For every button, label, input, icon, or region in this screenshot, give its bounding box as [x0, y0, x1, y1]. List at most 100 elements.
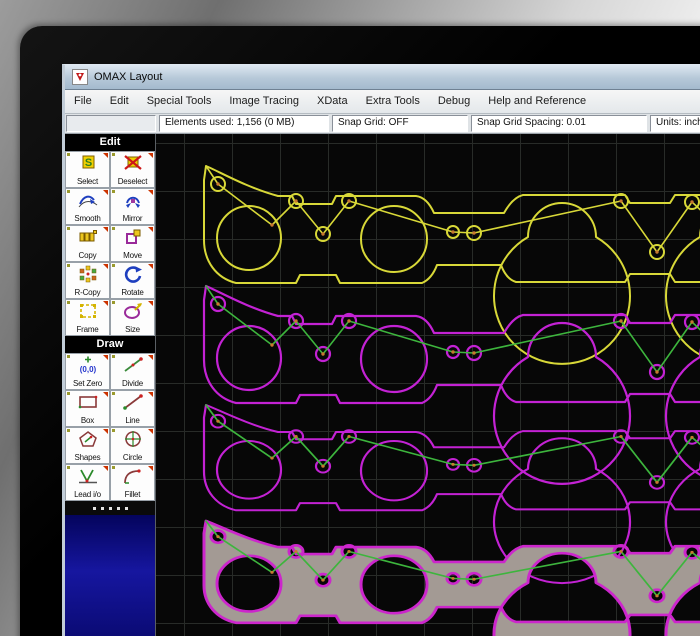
tool-button-label: Deselect	[117, 177, 148, 186]
tool-button-select[interactable]: S Select	[65, 151, 110, 188]
dropdown-arrow-icon	[148, 153, 153, 158]
gasket-yellow[interactable]	[203, 165, 700, 365]
drawing-canvas[interactable]	[156, 134, 700, 636]
menu-item-special-tools[interactable]: Special Tools	[138, 90, 221, 113]
dropdown-arrow-icon	[148, 466, 153, 471]
radial-copy-icon	[79, 265, 96, 283]
tool-button-label: Fillet	[124, 490, 141, 499]
tool-button-frame[interactable]: Frame	[65, 299, 110, 336]
gasket-filled[interactable]	[202, 519, 700, 636]
tool-button-move[interactable]: Move	[110, 225, 155, 262]
monitor-bezel: OMAX Layout File Edit Special Tools Imag…	[20, 26, 700, 636]
tool-button-divide[interactable]: Divide	[110, 353, 155, 390]
gasket-outline	[202, 284, 700, 485]
tool-button-lead-io[interactable]: Lead i/o	[65, 464, 110, 501]
dropdown-arrow-icon	[103, 355, 108, 360]
line-icon	[122, 394, 143, 410]
grip-dot	[116, 506, 120, 510]
dropdown-arrow-icon	[103, 227, 108, 232]
rotate-icon	[124, 266, 142, 283]
tool-button-shapes[interactable]: Shapes	[65, 427, 110, 464]
dropdown-arrow-icon	[148, 301, 153, 306]
tool-button-smooth[interactable]: Smooth	[65, 188, 110, 225]
tool-button-label: Box	[80, 416, 95, 425]
tool-button-circle[interactable]: Circle	[110, 427, 155, 464]
status-snap-grid-spacing: Snap Grid Spacing: 0.01	[471, 115, 647, 132]
dropdown-arrow-icon	[148, 392, 153, 397]
grip-dot	[124, 506, 128, 510]
menu-item-xdata[interactable]: XData	[308, 90, 357, 113]
photo-background: OMAX Layout File Edit Special Tools Imag…	[0, 0, 700, 636]
mirror-icon	[125, 196, 140, 208]
tool-button-label: Frame	[76, 325, 99, 334]
tool-button-set-zero[interactable]: (0,0) Set Zero	[65, 353, 110, 390]
size-icon	[123, 303, 142, 319]
grip-dot	[92, 506, 96, 510]
lead-io-icon	[78, 469, 97, 484]
tool-button-rotate[interactable]: Rotate	[110, 262, 155, 299]
tool-button-deselect[interactable]: Deselect	[110, 151, 155, 188]
edit-section-header: Edit	[65, 134, 155, 151]
menu-item-debug[interactable]: Debug	[429, 90, 479, 113]
frame-icon	[79, 304, 96, 318]
tool-button-label: Mirror	[122, 214, 143, 223]
gasket-magenta-1[interactable]	[202, 284, 700, 485]
dropdown-arrow-icon	[103, 301, 108, 306]
divide-icon	[123, 357, 143, 372]
tool-button-fillet[interactable]: Fillet	[110, 464, 155, 501]
tool-button-size[interactable]: Size	[110, 299, 155, 336]
tool-button-copy[interactable]: Copy	[65, 225, 110, 262]
tool-button-line[interactable]: Line	[110, 390, 155, 427]
tool-button-label: Size	[125, 325, 140, 334]
tool-button-label: Set Zero	[72, 379, 103, 388]
menu-item-image-tracing[interactable]: Image Tracing	[220, 90, 308, 113]
status-spacer	[66, 115, 156, 132]
dropdown-arrow-icon	[148, 355, 153, 360]
edit-button-grid: S Select Deselect Smooth Mirror Copy Mov…	[65, 151, 155, 336]
dropdown-arrow-icon	[103, 153, 108, 158]
tool-button-label: Smooth	[74, 214, 101, 223]
draw-section-header: Draw	[65, 336, 155, 353]
tool-button-label: Line	[125, 416, 140, 425]
dropdown-arrow-icon	[103, 264, 108, 269]
menu-item-extra-tools[interactable]: Extra Tools	[357, 90, 429, 113]
menu-item-edit[interactable]: Edit	[101, 90, 138, 113]
tool-button-label: Copy	[78, 251, 97, 260]
draw-button-grid: (0,0) Set Zero Divide Box Line Shapes Ci…	[65, 353, 155, 501]
svg-text:(0,0): (0,0)	[79, 365, 96, 374]
fillet-icon	[123, 469, 141, 484]
status-snap-grid: Snap Grid: OFF	[332, 115, 468, 132]
svg-text:S: S	[84, 157, 91, 169]
dropdown-arrow-icon	[148, 227, 153, 232]
box-icon	[78, 395, 97, 409]
dropdown-arrow-icon	[103, 429, 108, 434]
menu-bar: File Edit Special Tools Image Tracing XD…	[65, 90, 700, 114]
tool-button-label: Move	[123, 251, 142, 260]
set-zero-icon: (0,0)	[79, 356, 96, 374]
omax-logo-icon	[72, 69, 88, 85]
tool-button-label: Circle	[122, 453, 143, 462]
status-bar: Elements used: 1,156 (0 MB) Snap Grid: O…	[65, 114, 700, 134]
circle-icon	[124, 431, 141, 447]
window-titlebar[interactable]: OMAX Layout	[65, 65, 700, 90]
menu-item-help-and-reference[interactable]: Help and Reference	[479, 90, 595, 113]
status-elements-used: Elements used: 1,156 (0 MB)	[159, 115, 329, 132]
smooth-icon	[78, 195, 97, 208]
tool-button-label: Select	[76, 177, 99, 186]
dropdown-arrow-icon	[103, 190, 108, 195]
menu-item-file[interactable]: File	[65, 90, 101, 113]
tool-button-r-copy[interactable]: R-Copy	[65, 262, 110, 299]
application-window: OMAX Layout File Edit Special Tools Imag…	[62, 64, 700, 636]
dropdown-arrow-icon	[148, 429, 153, 434]
dropdown-arrow-icon	[148, 190, 153, 195]
move-icon	[125, 229, 140, 244]
panel-grip-dots	[65, 501, 155, 515]
tool-button-label: Shapes	[74, 453, 101, 462]
deselect-icon	[123, 155, 142, 170]
dropdown-arrow-icon	[148, 264, 153, 269]
select-icon: S	[82, 155, 94, 169]
status-units: Units: inches	[650, 115, 700, 132]
tool-button-label: Lead i/o	[74, 490, 101, 499]
tool-button-box[interactable]: Box	[65, 390, 110, 427]
tool-button-mirror[interactable]: Mirror	[110, 188, 155, 225]
